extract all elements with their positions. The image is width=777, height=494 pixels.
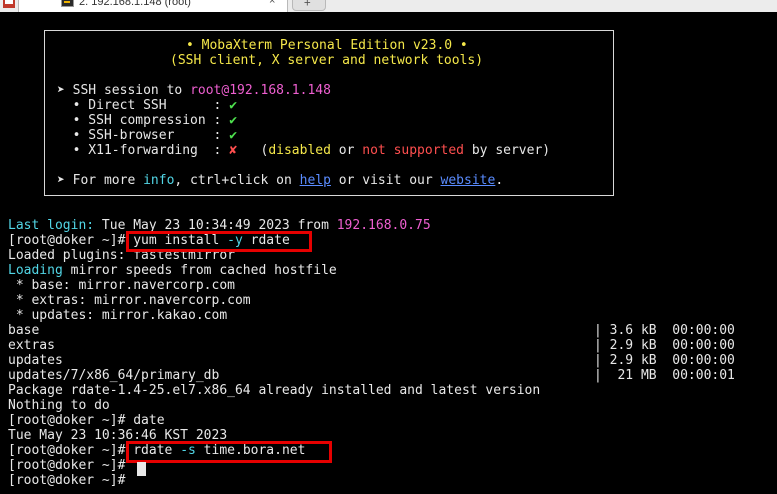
feature-label: • Direct SSH : bbox=[57, 98, 230, 113]
new-tab-button[interactable]: + bbox=[292, 0, 326, 11]
highlight-box-rdate bbox=[126, 441, 332, 463]
plus-icon: + bbox=[304, 0, 311, 9]
banner-title: • MobaXterm Personal Edition v23.0 • bbox=[186, 38, 468, 53]
repo-name: updates bbox=[8, 353, 63, 368]
command-line-date: [root@doker ~]# date bbox=[8, 413, 165, 428]
feature-direct-ssh: • Direct SSH : ✔ bbox=[57, 98, 237, 113]
repo-name: updates/7/x86_64/primary_db bbox=[8, 368, 220, 383]
ssh-session-label: ➤ SSH session to bbox=[57, 83, 191, 98]
output-line: Nothing to do bbox=[8, 398, 110, 413]
loading-label: Loading bbox=[8, 263, 63, 278]
cross-icon: ✘ bbox=[229, 143, 238, 158]
more-info-line: ➤ For more info, ctrl+click on help or v… bbox=[57, 173, 503, 188]
website-link[interactable]: website bbox=[441, 173, 496, 188]
terminal-icon bbox=[61, 0, 74, 7]
output-line: Package rdate-1.4-25.el7.x86_64 already … bbox=[8, 383, 541, 398]
check-icon: ✔ bbox=[229, 128, 238, 143]
repo-size: | 2.9 kB 00:00:00 bbox=[594, 338, 735, 353]
more-mid: , ctrl+click on bbox=[174, 173, 300, 188]
terminal-app-icon bbox=[3, 0, 15, 8]
banner-subtitle: (SSH client, X server and network tools) bbox=[170, 53, 484, 68]
x11-or: or bbox=[330, 143, 363, 158]
check-icon: ✔ bbox=[229, 98, 238, 113]
tab-session[interactable]: 2. 192.168.1.148 (root) × bbox=[18, 0, 288, 12]
output-line: * base: mirror.navercorp.com bbox=[8, 278, 235, 293]
shell-prompt: [root@doker ~]# bbox=[8, 233, 126, 248]
last-login-label: Last login: bbox=[8, 218, 95, 233]
shell-prompt: [root@doker ~]# bbox=[8, 443, 126, 458]
more-prefix: ➤ For more bbox=[57, 173, 144, 188]
feature-ssh-compression: • SSH compression : ✔ bbox=[57, 113, 237, 128]
ssh-session-target: root@192.168.1.148 bbox=[190, 83, 331, 98]
terminal-cursor bbox=[137, 462, 146, 476]
more-end: . bbox=[495, 173, 504, 188]
help-link[interactable]: help bbox=[300, 173, 331, 188]
feature-label: • X11-forwarding : bbox=[57, 143, 230, 158]
current-prompt-line: [root@doker ~]# bbox=[8, 473, 126, 488]
info-text: info bbox=[143, 173, 175, 188]
x11-disabled: disabled bbox=[268, 143, 331, 158]
more-mid2: or visit our bbox=[330, 173, 441, 188]
x11-not-supported: not supported bbox=[362, 143, 465, 158]
last-login-ip: 192.168.0.75 bbox=[336, 218, 431, 233]
feature-label: • SSH compression : bbox=[57, 113, 230, 128]
loading-text: mirror speeds from cached hostfile bbox=[62, 263, 337, 278]
check-icon: ✔ bbox=[229, 113, 238, 128]
output-line: * extras: mirror.navercorp.com bbox=[8, 293, 251, 308]
repo-name: base bbox=[8, 323, 40, 338]
highlight-box-yum bbox=[126, 231, 312, 252]
tab-bar: 2. 192.168.1.148 (root) × + bbox=[0, 0, 777, 12]
terminal-area[interactable]: • MobaXterm Personal Edition v23.0 • (SS… bbox=[0, 12, 777, 494]
welcome-banner: • MobaXterm Personal Edition v23.0 • (SS… bbox=[44, 30, 614, 196]
feature-label: • SSH-browser : bbox=[57, 128, 230, 143]
x11-tail: by server) bbox=[464, 143, 551, 158]
feature-ssh-browser: • SSH-browser : ✔ bbox=[57, 128, 237, 143]
ssh-session-line: ➤ SSH session to root@192.168.1.148 bbox=[57, 83, 331, 98]
tab-title: 2. 192.168.1.148 (root) bbox=[79, 0, 191, 8]
x11-note-open: ( bbox=[237, 143, 269, 158]
command-text: date bbox=[125, 413, 165, 428]
shell-prompt: [root@doker ~]# bbox=[8, 413, 126, 428]
output-line: * updates: mirror.kakao.com bbox=[8, 308, 228, 323]
feature-x11-forwarding: • X11-forwarding : ✘ (disabled or not su… bbox=[57, 143, 550, 158]
close-icon[interactable]: × bbox=[269, 0, 275, 7]
repo-name: extras bbox=[8, 338, 55, 353]
repo-size: | 2.9 kB 00:00:00 bbox=[594, 353, 735, 368]
output-line: Loading mirror speeds from cached hostfi… bbox=[8, 263, 337, 278]
repo-size: | 21 MB 00:00:01 bbox=[594, 368, 735, 383]
repo-size: | 3.6 kB 00:00:00 bbox=[594, 323, 735, 338]
empty-prompt-line: [root@doker ~]# bbox=[8, 458, 126, 473]
